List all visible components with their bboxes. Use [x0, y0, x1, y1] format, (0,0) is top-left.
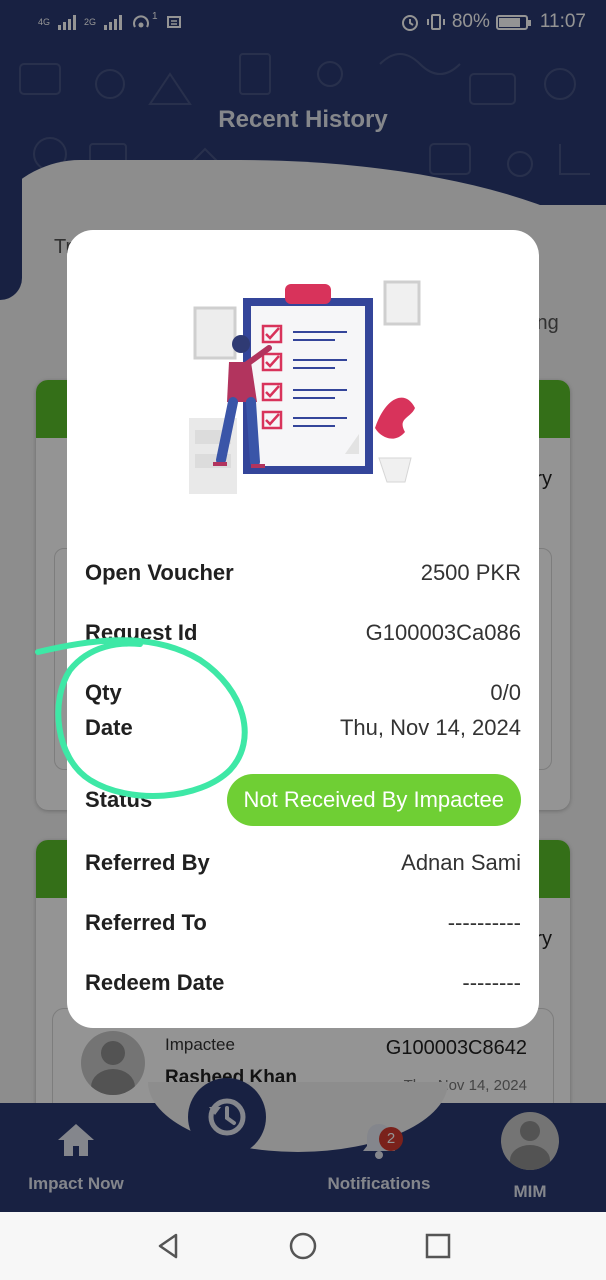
system-nav-bar: [0, 1212, 606, 1280]
open-voucher-value: 2500 PKR: [420, 560, 521, 585]
row-referred-to: Referred To ----------: [85, 910, 521, 936]
checklist-illustration: [189, 280, 421, 494]
referred-by-label: Referred By: [85, 850, 210, 875]
referred-to-label: Referred To: [85, 910, 207, 935]
request-id-label: Request Id: [85, 620, 198, 645]
recents-icon[interactable]: [424, 1232, 452, 1260]
voucher-detail-modal: Open Voucher 2500 PKR Request Id G100003…: [67, 230, 539, 1028]
row-request-id: Request Id G100003Ca086: [85, 620, 521, 646]
open-voucher-label: Open Voucher: [85, 560, 234, 585]
row-open-voucher: Open Voucher 2500 PKR: [85, 560, 521, 586]
referred-to-value: ----------: [447, 910, 521, 935]
status-label: Status: [85, 787, 153, 812]
qty-label: Qty: [85, 680, 122, 705]
back-icon[interactable]: [154, 1232, 182, 1260]
row-date: Date Thu, Nov 14, 2024: [85, 715, 521, 741]
redeem-date-value: --------: [462, 970, 521, 995]
home-circle-icon[interactable]: [289, 1232, 317, 1260]
row-status: Status Not Received By Impactee: [85, 774, 521, 826]
qty-value: 0/0: [490, 680, 521, 705]
referred-by-value: Adnan Sami: [401, 850, 521, 875]
row-referred-by: Referred By Adnan Sami: [85, 850, 521, 876]
row-qty: Qty 0/0: [85, 680, 521, 706]
redeem-date-label: Redeem Date: [85, 970, 225, 995]
date-label: Date: [85, 715, 133, 740]
status-badge: Not Received By Impactee: [226, 774, 521, 826]
row-redeem-date: Redeem Date --------: [85, 970, 521, 996]
date-value: Thu, Nov 14, 2024: [339, 715, 521, 740]
request-id-value: G100003Ca086: [365, 620, 521, 645]
